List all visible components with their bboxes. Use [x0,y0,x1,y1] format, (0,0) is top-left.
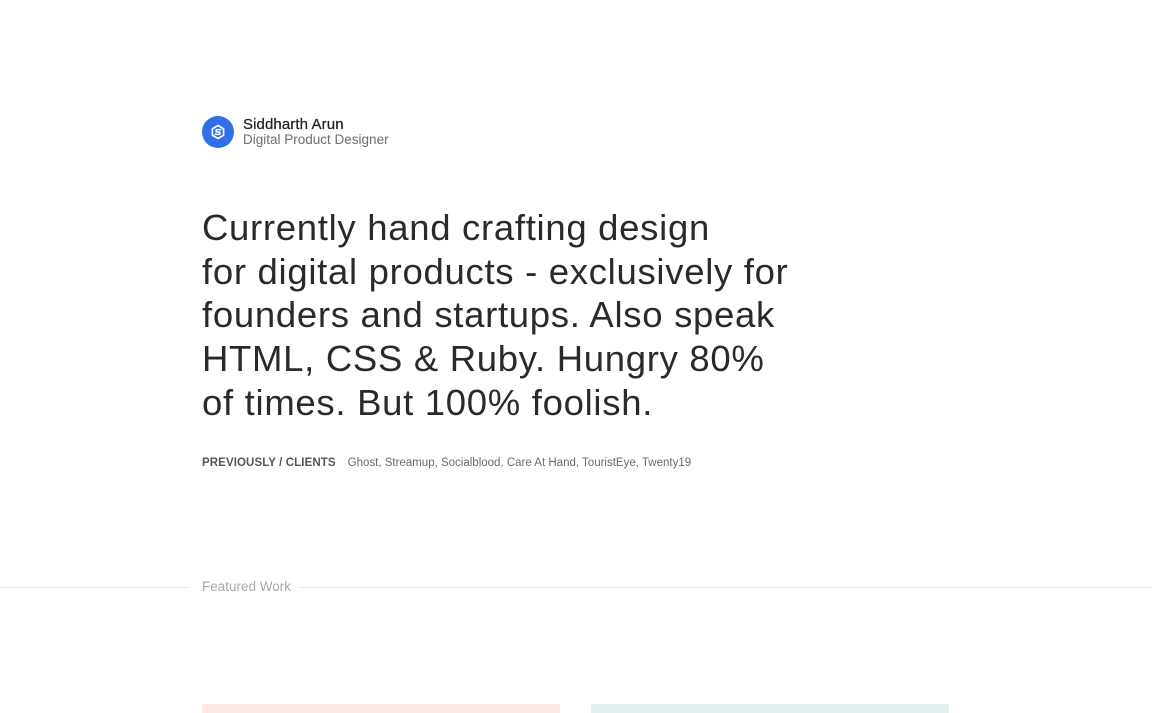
hero-line: founders and startups. Also speak [202,294,775,336]
section-divider-left [0,587,190,588]
portfolio-page: Siddharth Arun Digital Product Designer … [0,0,1152,713]
profile-text: Siddharth Arun Digital Product Designer [243,117,389,147]
work-card[interactable] [202,704,560,713]
logo-mark-icon [211,124,225,140]
work-card[interactable] [591,704,949,713]
hero-line: HTML, CSS & Ruby. Hungry 80% [202,338,765,380]
clients-list: Ghost, Streamup, Socialblood, Care At Ha… [347,457,692,469]
hero-line: of times. But 100% foolish. [202,381,654,423]
clients-label: PREVIOUSLY / CLIENTS [202,457,336,469]
hero-line: for digital products - exclusively for [202,250,789,292]
featured-work-title: Featured Work [202,579,292,594]
section-divider-right [299,587,1152,588]
profile-role: Digital Product Designer [243,132,389,148]
hero-line: Currently hand crafting design [202,207,710,248]
clients-row: PREVIOUSLY / CLIENTS Ghost, Streamup, So… [202,457,691,469]
profile-name[interactable]: Siddharth Arun [243,117,389,132]
profile-header[interactable]: Siddharth Arun Digital Product Designer [202,116,389,148]
avatar[interactable] [202,116,234,148]
hero-statement: Currently hand crafting design for digit… [202,206,789,425]
